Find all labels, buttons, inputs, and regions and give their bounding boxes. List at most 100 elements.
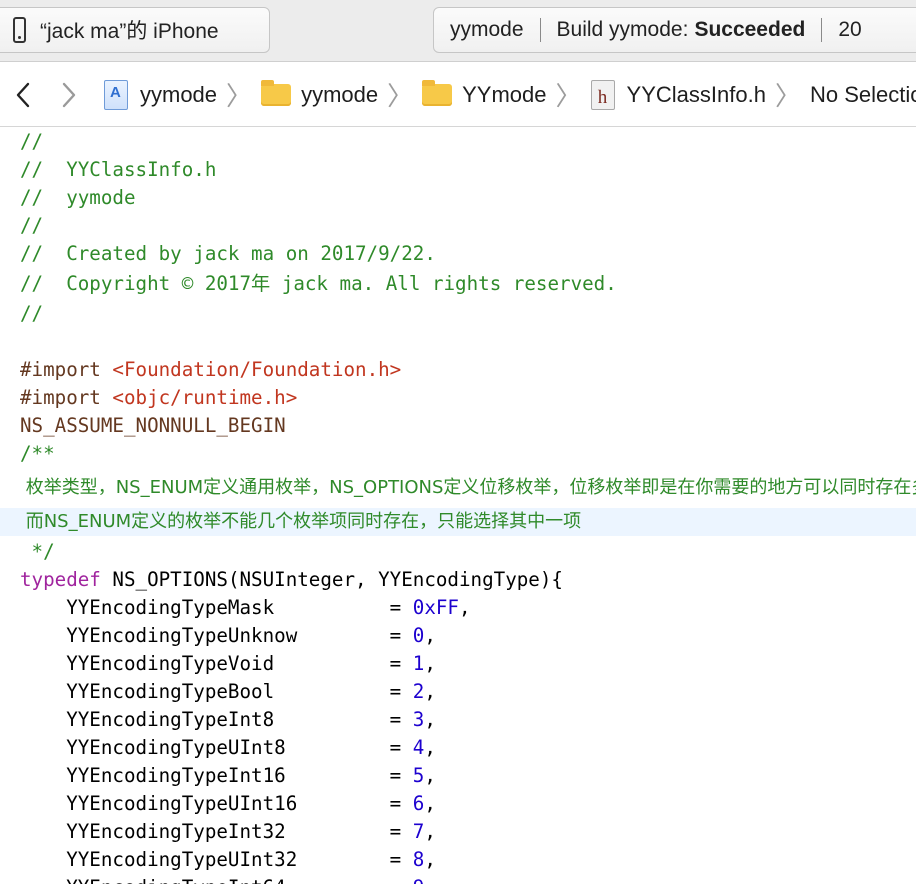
code-token-string: <Foundation/Foundation.h> xyxy=(112,358,402,381)
code-token-plain: , xyxy=(424,708,436,731)
code-token-comment: // xyxy=(20,302,44,325)
code-token-number: 9 xyxy=(413,876,425,884)
code-token-plain: , xyxy=(424,792,436,815)
code-token-string: <objc/runtime.h> xyxy=(112,386,298,409)
code-token-plain: YYEncodingTypeInt32 = xyxy=(20,820,413,843)
code-token-comment: // xyxy=(20,130,44,153)
activity-viewer[interactable]: yymode Build yymode: Succeeded 20 xyxy=(433,7,916,53)
activity-scheme-name: yymode xyxy=(450,18,524,41)
code-line[interactable]: 而NS_ENUM定义的枚举不能几个枚举项同时存在，只能选择其中一项 xyxy=(0,508,916,536)
code-line[interactable]: YYEncodingTypeInt8 = 3, xyxy=(0,706,916,734)
activity-divider-2 xyxy=(821,18,823,42)
breadcrumb-chevron-icon: 〉 xyxy=(774,81,801,111)
code-token-number: 0 xyxy=(412,624,425,647)
breadcrumb-group-yymode[interactable]: yymode xyxy=(261,79,378,108)
build-time-partial: 20 xyxy=(838,18,862,41)
breadcrumb-group-YYmode[interactable]: YYmode xyxy=(422,79,547,108)
code-token-comment: // YYClassInfo.h xyxy=(20,158,217,181)
code-line[interactable]: /** xyxy=(0,440,916,468)
code-token-plain: YYEncodingTypeMask = xyxy=(20,596,413,619)
source-editor[interactable]: // // YYClassInfo.h // yymode // // Created … xyxy=(0,128,916,884)
code-line[interactable]: NS_ASSUME_NONNULL_BEGIN xyxy=(0,412,916,440)
code-token-number: 0xFF xyxy=(412,596,459,619)
code-token-plain: YYEncodingTypeInt16 = xyxy=(20,764,413,787)
code-line[interactable]: YYEncodingTypeUnknow = 0, xyxy=(0,622,916,650)
code-line[interactable]: YYEncodingTypeInt64 = 9, xyxy=(0,874,916,884)
code-line[interactable]: typedef NS_OPTIONS(NSUInteger, YYEncodin… xyxy=(0,566,916,594)
code-line[interactable]: // Copyright © 2017年 jack ma. All rights… xyxy=(0,270,916,298)
code-line[interactable]: // YYClassInfo.h xyxy=(0,156,916,184)
breadcrumb-file[interactable]: h YYClassInfo.h xyxy=(590,79,766,110)
code-token-number: 5 xyxy=(412,764,425,787)
breadcrumb-chevron-icon: 〉 xyxy=(226,81,253,111)
code-token-comment: // yymode xyxy=(20,186,136,209)
code-line[interactable]: YYEncodingTypeVoid = 1, xyxy=(0,650,916,678)
code-token-preproc: #import xyxy=(20,358,113,381)
code-token-comment: // xyxy=(20,214,44,237)
code-token-doc: 而NS_ENUM定义的枚举不能几个枚举项同时存在，只能选择其中一项 xyxy=(20,511,582,532)
code-token-preproc: #import xyxy=(20,386,113,409)
code-line[interactable]: // xyxy=(0,128,916,156)
forward-button[interactable] xyxy=(46,75,92,115)
chevron-left-icon xyxy=(16,82,30,107)
code-token-number: 8 xyxy=(412,848,425,871)
activity-divider xyxy=(539,18,541,42)
code-line[interactable]: YYEncodingTypeInt32 = 7, xyxy=(0,818,916,846)
code-token-keyword: typedef xyxy=(20,568,101,591)
run-destination-label: “jack ma”的 iPhone xyxy=(40,20,219,43)
folder-icon xyxy=(261,79,292,106)
code-line[interactable]: // Created by jack ma on 2017/9/22. xyxy=(0,240,916,268)
build-status-value: Succeeded xyxy=(694,18,806,41)
code-line[interactable] xyxy=(0,328,916,356)
code-token-number: 2 xyxy=(412,680,425,703)
code-token-plain: , xyxy=(424,848,436,871)
code-line[interactable]: YYEncodingTypeUInt16 = 6, xyxy=(0,790,916,818)
code-line[interactable]: YYEncodingTypeUInt8 = 4, xyxy=(0,734,916,762)
code-line[interactable]: YYEncodingTypeMask = 0xFF, xyxy=(0,594,916,622)
code-line[interactable]: */ xyxy=(0,538,916,566)
code-line[interactable]: #import <Foundation/Foundation.h> xyxy=(0,356,916,384)
code-token-plain: YYEncodingTypeUInt16 = xyxy=(20,792,413,815)
code-token-plain: YYEncodingTypeUInt32 = xyxy=(20,848,413,871)
header-file-glyph: h xyxy=(597,86,608,108)
code-token-plain: YYEncodingTypeInt64 = xyxy=(20,876,413,884)
back-button[interactable] xyxy=(0,75,46,115)
code-token-plain: , xyxy=(424,680,436,703)
breadcrumb-label: No Selection xyxy=(809,81,916,107)
code-line[interactable]: YYEncodingTypeUInt32 = 8, xyxy=(0,846,916,874)
jump-bar: yymode 〉 yymode 〉 YYmode 〉 h YYClassInfo… xyxy=(0,63,916,127)
breadcrumb-label: YYClassInfo.h xyxy=(626,81,766,107)
code-token-number: 3 xyxy=(412,708,425,731)
code-line[interactable]: YYEncodingTypeInt16 = 5, xyxy=(0,762,916,790)
code-token-plain: , xyxy=(424,764,436,787)
code-token-plain: NS_OPTIONS(NSUInteger, YYEncodingType){ xyxy=(100,568,563,591)
breadcrumb-symbol[interactable]: No Selection xyxy=(810,82,916,108)
code-token-plain: , xyxy=(458,596,471,619)
code-token-comment: // Created by jack ma on 2017/9/22. xyxy=(20,242,436,265)
code-token-plain: , xyxy=(424,736,436,759)
iphone-icon xyxy=(13,17,26,43)
code-line[interactable]: // xyxy=(0,300,916,328)
breadcrumb-project[interactable]: yymode xyxy=(104,79,218,110)
breadcrumb-chevron-icon: 〉 xyxy=(555,81,582,111)
code-token-macro: NS_ASSUME_NONNULL_BEGIN xyxy=(20,414,286,437)
code-line[interactable]: // xyxy=(0,212,916,240)
code-token-number: 1 xyxy=(412,652,425,675)
code-line[interactable]: YYEncodingTypeBool = 2, xyxy=(0,678,916,706)
folder-icon xyxy=(422,79,453,106)
code-line[interactable]: 枚举类型，NS_ENUM定义通用枚举，NS_OPTIONS定义位移枚举，位移枚举… xyxy=(0,474,916,502)
breadcrumb-label: yymode xyxy=(140,81,218,107)
code-token-plain: , xyxy=(424,876,436,884)
code-token-comment: // Copyright © 2017年 jack ma. All rights… xyxy=(20,272,617,295)
code-token-plain: , xyxy=(424,820,436,843)
run-destination-selector[interactable]: “jack ma”的 iPhone xyxy=(0,7,270,53)
code-token-plain: , xyxy=(424,624,436,647)
breadcrumb-label: YYmode xyxy=(462,81,547,107)
code-line[interactable]: // yymode xyxy=(0,184,916,212)
code-token-number: 6 xyxy=(412,792,425,815)
code-line[interactable]: #import <objc/runtime.h> xyxy=(0,384,916,412)
xcode-project-icon xyxy=(104,79,128,110)
code-token-plain: YYEncodingTypeInt8 = xyxy=(20,708,413,731)
breadcrumb-chevron-icon: 〉 xyxy=(387,81,414,111)
code-token-plain: YYEncodingTypeUnknow = xyxy=(20,624,413,647)
